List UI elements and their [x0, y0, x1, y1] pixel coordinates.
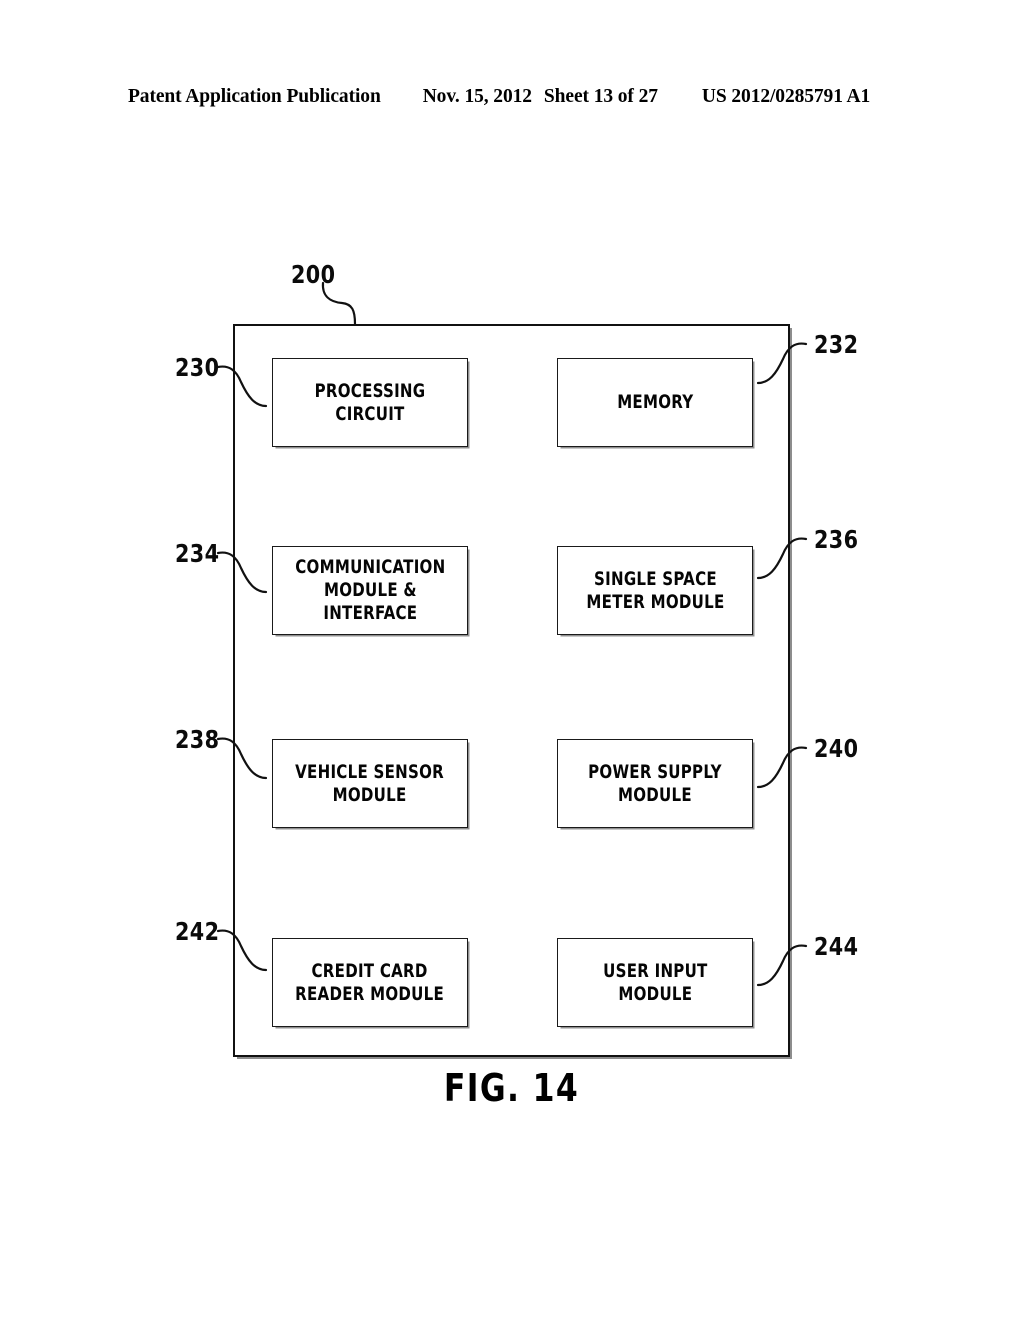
module-label: PROCESSING CIRCUIT: [314, 379, 426, 425]
reference-numeral-232: 232: [813, 330, 859, 359]
leader-line-200: [321, 281, 357, 326]
module-label: COMMUNICATION MODULE & INTERFACE: [294, 556, 446, 624]
reference-numeral-236: 236: [813, 525, 859, 554]
module-label: MEMORY: [616, 391, 694, 413]
module-label: USER INPUT MODULE: [602, 959, 708, 1005]
module-label: POWER SUPPLY MODULE: [588, 760, 722, 806]
module-box-vehicle-sensor-module: VEHICLE SENSOR MODULE: [272, 739, 468, 828]
reference-numeral-244: 244: [813, 932, 859, 961]
reference-numeral-200: 200: [290, 260, 336, 289]
figure-caption-text: FIG. 14: [444, 1066, 580, 1110]
module-box-single-space-meter-module: SINGLE SPACE METER MODULE: [557, 546, 753, 635]
module-label: CREDIT CARD READER MODULE: [295, 959, 445, 1005]
module-box-communication-module-interface: COMMUNICATION MODULE & INTERFACE: [272, 546, 468, 635]
reference-numeral-238: 238: [174, 725, 220, 754]
reference-numeral-234: 234: [174, 539, 220, 568]
module-box-user-input-module: USER INPUT MODULE: [557, 938, 753, 1027]
figure-caption: FIG. 14: [0, 1066, 1024, 1110]
module-label: VEHICLE SENSOR MODULE: [295, 760, 445, 806]
reference-numeral-242: 242: [174, 917, 220, 946]
module-box-power-supply-module: POWER SUPPLY MODULE: [557, 739, 753, 828]
patent-figure: PROCESSING CIRCUIT MEMORY COMMUNICATION …: [0, 0, 1024, 1320]
module-box-processing-circuit: PROCESSING CIRCUIT: [272, 358, 468, 447]
module-box-credit-card-reader-module: CREDIT CARD READER MODULE: [272, 938, 468, 1027]
module-box-memory: MEMORY: [557, 358, 753, 447]
module-label: SINGLE SPACE METER MODULE: [585, 567, 725, 613]
reference-numeral-240: 240: [813, 734, 859, 763]
reference-numeral-230: 230: [174, 353, 220, 382]
